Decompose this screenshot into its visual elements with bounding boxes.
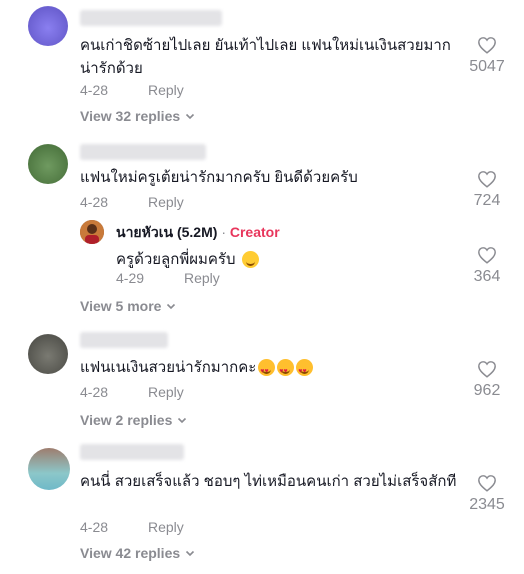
view-more-button[interactable]: View 5 more [80,298,176,314]
reply-date: 4-29 [116,270,145,286]
comment-meta: 4-28 Reply [80,194,184,210]
reply-button[interactable]: Reply [148,82,184,98]
view-replies-label: View 42 replies [80,545,181,561]
username-blurred[interactable] [80,144,206,160]
view-replies-label: View 2 replies [80,412,173,428]
comment-meta: 4-28 Reply [80,384,184,400]
heart-outline-icon [478,361,496,378]
like-count: 364 [473,268,501,285]
reply-button[interactable]: Reply [148,384,184,400]
view-replies-label: View 32 replies [80,108,181,124]
separator-dot: · [221,224,226,240]
reply-text-row: ครูด้วยลูกพี่ผมครับ [116,247,259,271]
like-button[interactable]: 724 [462,170,512,210]
comment-text: คนนี่ สวยเสร็จแล้ว ชอบๆ ไท่เหมือนคนเก่า … [80,473,457,490]
like-button[interactable]: 962 [462,360,512,400]
reply-meta: 4-29 Reply [116,270,220,286]
username-blurred[interactable] [80,10,222,26]
view-more-label: View 5 more [80,298,162,314]
like-button[interactable]: 5047 [462,36,512,76]
avatar[interactable] [28,334,68,374]
like-count: 5047 [469,58,505,75]
heart-outline-icon [478,171,496,188]
reply-header: นายหัวเน (5.2M) · Creator [116,222,280,244]
smiling-face-with-hearts-emoji [296,359,314,383]
like-count: 724 [473,192,501,209]
username-blurred[interactable] [80,332,168,348]
avatar[interactable] [28,6,68,46]
creator-badge: Creator [229,224,280,240]
avatar[interactable] [28,144,68,184]
comment-meta: 4-28 Reply [80,82,184,98]
heart-outline-icon [478,475,496,492]
username-blurred[interactable] [80,444,184,460]
chevron-down-icon [167,303,176,310]
reply-text: ครูด้วยลูกพี่ผมครับ [116,251,236,268]
reply-button[interactable]: Reply [148,194,184,210]
smiling-face-with-hearts-emoji [258,359,276,383]
reply-button[interactable]: Reply [148,519,184,535]
like-count: 962 [473,382,501,399]
comment-text: คนเก่าชิดซ้ายไปเลย ยันเท้าไปเลย แฟนใหม่เ… [80,37,451,77]
avatar[interactable] [28,448,70,490]
view-replies-button[interactable]: View 32 replies [80,108,195,124]
like-button[interactable]: 2345 [462,474,512,514]
view-replies-button[interactable]: View 2 replies [80,412,187,428]
view-replies-button[interactable]: View 42 replies [80,545,195,561]
comment-meta: 4-28 Reply [80,519,184,535]
person-silhouette-icon [80,220,104,244]
comment-text: แฟนใหม่ครูเต้ยน่ารักมากครับ ยินดีด้วยครั… [80,169,358,186]
chevron-down-icon [186,550,195,557]
smiling-face-emoji [241,250,259,268]
heart-outline-icon [478,37,496,54]
smiling-face-with-hearts-emoji [277,359,295,383]
like-button[interactable]: 364 [462,246,512,286]
comment-date: 4-28 [80,519,109,535]
comment-date: 4-28 [80,384,109,400]
like-count: 2345 [469,496,505,513]
chevron-down-icon [186,113,195,120]
comment-date: 4-28 [80,194,109,210]
heart-outline-icon [478,247,496,264]
comment-date: 4-28 [80,82,109,98]
comment-text: แฟนเนเงินสวยน่ารักมากคะ [80,359,257,376]
reply-button[interactable]: Reply [184,270,220,286]
chevron-down-icon [178,417,187,424]
comment-text-row: แฟนเนเงินสวยน่ารักมากคะ [80,356,465,383]
creator-name[interactable]: นายหัวเน (5.2M) [116,224,217,240]
creator-avatar[interactable] [80,220,104,244]
